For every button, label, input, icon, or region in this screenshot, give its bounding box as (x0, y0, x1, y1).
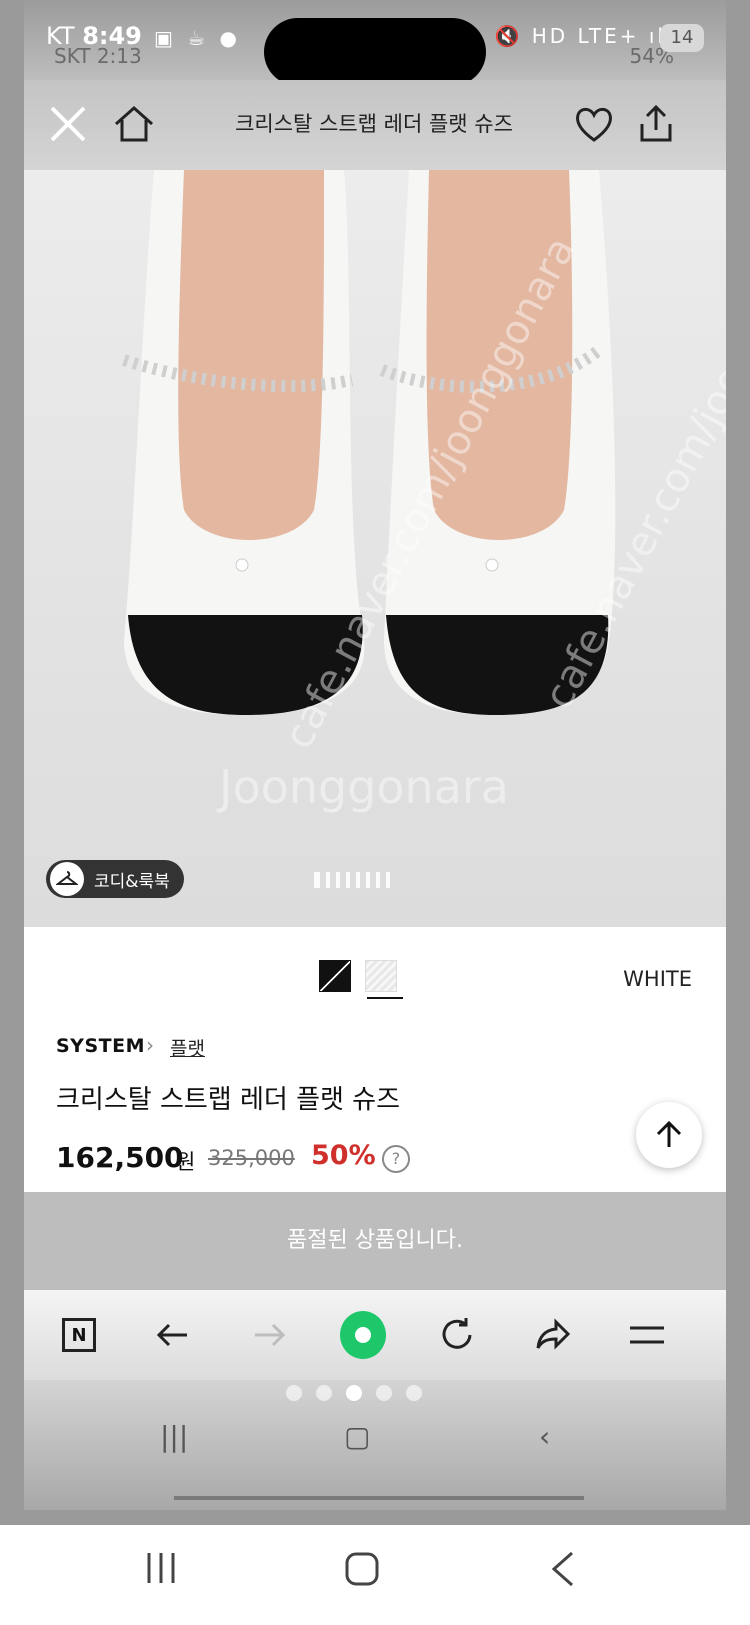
selected-color-name: WHITE (623, 967, 692, 991)
green-dot-button[interactable] (340, 1311, 386, 1359)
status-time: 8:49 (82, 22, 142, 50)
device-navigation-bar (0, 1525, 750, 1625)
selected-swatch-indicator (367, 997, 403, 999)
pager-dot (314, 872, 320, 888)
network-label: LTE+ (577, 24, 640, 48)
home-icon (115, 105, 153, 142)
page-dot (346, 1385, 362, 1401)
discount-rate: 50% (311, 1140, 376, 1171)
share-icon (640, 104, 672, 142)
naver-n-icon: N (62, 1318, 96, 1352)
screenshot-frame: SKT 2:13 KT 8:49 ▣ ☕ ● 54% 🔇 HD LTE+ ıl … (0, 0, 750, 1525)
product-image-carousel[interactable]: Joonggonara cafe.naver.com/joonggonara c… (24, 170, 726, 927)
close-button[interactable] (46, 102, 90, 146)
product-info: WHITE SYSTEM › 플랫 크리스탈 스트랩 레더 플랫 슈즈 162,… (24, 927, 726, 1192)
back-chevron-icon (551, 1551, 573, 1587)
browser-toolbar: N (24, 1290, 726, 1380)
color-swatch-black[interactable] (319, 960, 351, 992)
share-button[interactable] (634, 102, 678, 146)
refresh-button[interactable] (434, 1312, 480, 1358)
notification-icons: ▣ ☕ ● (154, 26, 241, 50)
recent-apps-button[interactable] (144, 1551, 178, 1589)
naver-home-button[interactable]: N (56, 1312, 102, 1358)
inner-navigation-bar: ||| ▢ ‹ (24, 1380, 726, 1510)
inner-recents-icon: ||| (160, 1420, 189, 1453)
color-swatches (319, 960, 397, 992)
status-bar: SKT 2:13 KT 8:49 ▣ ☕ ● 54% 🔇 HD LTE+ ıl … (24, 0, 726, 86)
currency-label: 원 (176, 1150, 196, 1174)
codi-lookbook-button[interactable]: 코디&룩북 (46, 860, 184, 898)
home-button[interactable] (112, 102, 156, 146)
pager-dot (336, 872, 340, 888)
carrier: KT 8:49 (46, 22, 142, 50)
page-dot (406, 1385, 422, 1401)
wishlist-button[interactable] (572, 102, 616, 146)
hanger-icon (50, 862, 84, 896)
heart-icon (576, 107, 612, 142)
price-help-icon[interactable]: ? (382, 1145, 410, 1173)
inner-gesture-bar (174, 1496, 584, 1500)
refresh-icon (442, 1318, 472, 1349)
share-arrow-icon (536, 1318, 571, 1350)
pager-dot (386, 872, 390, 888)
scroll-to-top-button[interactable] (636, 1102, 702, 1168)
pager-dot (326, 872, 330, 888)
page-dot (286, 1385, 302, 1401)
page-dots (286, 1385, 422, 1401)
watermark-text: Joonggonara (219, 760, 509, 814)
phone-screen: SKT 2:13 KT 8:49 ▣ ☕ ● 54% 🔇 HD LTE+ ıl … (24, 0, 726, 1510)
product-name: 크리스탈 스트랩 레더 플랫 슈즈 (56, 1085, 401, 1115)
color-swatch-white[interactable] (365, 960, 397, 992)
chevron-right-icon: › (146, 1033, 154, 1057)
notification-count-badge: 14 (660, 24, 704, 52)
pager-dot (366, 872, 370, 888)
share-forward-button[interactable] (530, 1312, 576, 1358)
home-square-icon (345, 1552, 379, 1586)
arrow-up-icon (656, 1120, 682, 1147)
arrow-left-icon (156, 1323, 187, 1347)
original-price: 325,000 (208, 1146, 295, 1170)
back-nav-button[interactable] (548, 1551, 578, 1591)
page-dot (316, 1385, 332, 1401)
pager-dot (346, 872, 350, 888)
page-dot (376, 1385, 392, 1401)
close-icon (50, 106, 86, 142)
soldout-bar: 품절된 상품입니다. (24, 1192, 726, 1290)
back-button[interactable] (150, 1312, 196, 1358)
menu-button[interactable] (624, 1312, 670, 1358)
page-title: 크리스탈 스트랩 레더 플랫 슈즈 (235, 112, 513, 136)
forward-button[interactable] (246, 1312, 292, 1358)
inner-back-icon: ‹ (539, 1420, 551, 1453)
inner-home-icon: ▢ (344, 1420, 371, 1453)
sale-price: 162,500 (56, 1141, 184, 1174)
camera-notch (264, 18, 486, 86)
signal-icons: 🔇 HD LTE+ ıl (494, 24, 666, 48)
product-header: 크리스탈 스트랩 레더 플랫 슈즈 (24, 80, 726, 170)
carousel-pager (314, 872, 390, 888)
category-link[interactable]: 플랫 (170, 1034, 205, 1061)
pager-dot (356, 872, 360, 888)
carrier-label: KT (46, 22, 75, 50)
codi-label: 코디&룩북 (94, 871, 170, 892)
brand-link[interactable]: SYSTEM (56, 1035, 145, 1057)
recent-apps-icon (147, 1553, 175, 1583)
hamburger-icon (630, 1326, 664, 1344)
green-dot-icon (340, 1311, 386, 1359)
arrow-right-icon (255, 1323, 286, 1347)
pager-dot (376, 872, 380, 888)
home-nav-button[interactable] (344, 1551, 380, 1591)
